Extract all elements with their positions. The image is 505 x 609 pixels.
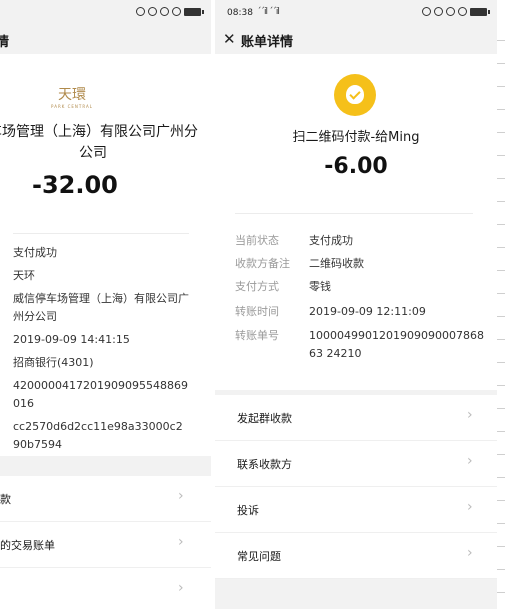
detail-key: 转账时间: [235, 305, 279, 318]
battery-icon: [184, 7, 204, 16]
chevron-right-icon: ›: [178, 488, 184, 504]
action-row-left-3[interactable]: ›: [0, 568, 211, 609]
info-merchant-full: 威信停车场管理（上海）有限公司广州分公司: [13, 292, 189, 323]
info-time: 2019-09-09 14:41:15: [13, 333, 130, 346]
page-title-left: 情: [0, 35, 10, 50]
info-status: 支付成功: [13, 246, 57, 259]
wifi-icon: [446, 7, 455, 16]
money-bag-icon: [334, 74, 376, 116]
detail-key: 转账单号: [235, 329, 279, 342]
action-label: 常见问题: [237, 550, 281, 563]
detail-value: 100004990120190909000786863 24210: [309, 329, 484, 360]
detail-value: 二维码收款: [309, 257, 364, 270]
info-payment-method: 招商银行(4301): [13, 356, 94, 369]
detail-key: 收款方备注: [235, 257, 290, 270]
action-label: 联系收款方: [237, 458, 292, 471]
info-merchant-short: 天环: [13, 269, 35, 282]
amount: -6.00: [324, 154, 388, 179]
nav-bar-left: 情: [0, 26, 211, 54]
detail-value: 零钱: [309, 280, 331, 293]
action-row-left-1[interactable]: 款 ›: [0, 476, 211, 522]
action-label: 发起群收款: [237, 412, 292, 425]
alarm-icon: [458, 7, 467, 16]
right-screenshot-panel: 08:38 ´´il ´´il ✕ 账单详情 扫二维码付款-给Ming -6.0…: [215, 0, 497, 609]
chevron-right-icon: ›: [178, 534, 184, 550]
action-label: 投诉: [237, 504, 259, 517]
chevron-right-icon: ›: [467, 407, 473, 423]
amount: -32.00: [32, 171, 118, 199]
nav-bar-right: ✕ 账单详情: [215, 26, 497, 54]
merchant-logo: 天環 PARK CENTRAL: [50, 84, 94, 109]
status-time: 08:38: [227, 8, 253, 18]
chevron-right-icon: ›: [467, 545, 473, 561]
detail-key: 当前状态: [235, 234, 279, 247]
status-icons-right: [422, 7, 490, 16]
chevron-right-icon: ›: [178, 580, 184, 596]
divider: [13, 233, 189, 234]
close-icon[interactable]: ✕: [223, 30, 236, 48]
alarm-icon: [172, 7, 181, 16]
bill-card-right: 扫二维码付款-给Ming -6.00 当前状态 支付成功 收款方备注 二维码收款…: [215, 54, 497, 390]
merchant-logo-sub: PARK CENTRAL: [51, 104, 93, 109]
action-row-faq[interactable]: 常见问题 ›: [215, 533, 497, 579]
detail-key: 支付方式: [235, 280, 279, 293]
location-icon: [148, 7, 157, 16]
left-screenshot-panel: 情 天環 PARK CENTRAL 车场管理（上海）有限公司广州分公司 -32.…: [0, 0, 211, 609]
status-bar-right: 08:38 ´´il ´´il: [215, 0, 497, 26]
action-label: 款: [0, 493, 11, 506]
chevron-right-icon: ›: [467, 453, 473, 469]
status-icons-left: [136, 7, 204, 16]
battery-icon: [470, 7, 490, 16]
bill-card-left: 天環 PARK CENTRAL 车场管理（上海）有限公司广州分公司 -32.00…: [0, 54, 211, 456]
signal-icon: ´´il ´´il: [257, 7, 280, 17]
info-merchant-order-id: cc2570d6d2cc11e98a33000c290b7594: [13, 420, 183, 451]
detail-value: 2019-09-09 12:11:09: [309, 305, 426, 318]
action-row-left-2[interactable]: 的交易账单 ›: [0, 522, 211, 568]
page-title: 账单详情: [241, 35, 294, 50]
chevron-right-icon: ›: [467, 499, 473, 515]
info-list-left: 支付成功 天环 威信停车场管理（上海）有限公司广州分公司 2019-09-09 …: [13, 244, 189, 459]
merchant-logo-name: 天環: [58, 87, 86, 103]
right-edge-strip: [497, 0, 505, 609]
payment-title: 扫二维码付款-给Ming: [292, 130, 420, 145]
status-bar-left: [0, 0, 211, 26]
merchant-name: 车场管理（上海）有限公司广州分公司: [0, 124, 198, 161]
nfc-icon: [422, 7, 431, 16]
action-row-contact-payee[interactable]: 联系收款方 ›: [215, 441, 497, 487]
detail-value: 支付成功: [309, 234, 353, 247]
divider: [235, 213, 473, 214]
action-row-group-collect[interactable]: 发起群收款 ›: [215, 395, 497, 441]
location-icon: [434, 7, 443, 16]
info-transaction-id: 4200000417201909095548869016: [13, 379, 188, 410]
nfc-icon: [136, 7, 145, 16]
action-label: 的交易账单: [0, 539, 55, 552]
action-row-complain[interactable]: 投诉 ›: [215, 487, 497, 533]
wifi-icon: [160, 7, 169, 16]
